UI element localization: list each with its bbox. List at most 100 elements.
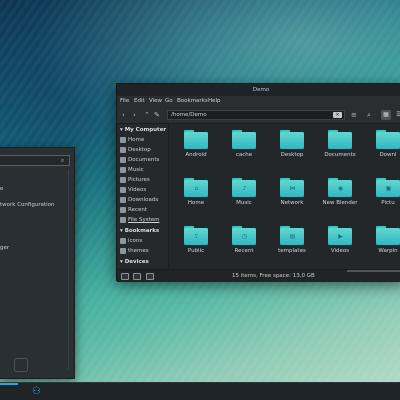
sidebar-item-music[interactable]: Music: [120, 167, 144, 173]
sidebar-item-icons[interactable]: icons: [120, 238, 142, 244]
sidebar-item-home[interactable]: Home: [120, 137, 144, 143]
folder-icon: ▣: [376, 178, 400, 197]
blender-icon: ◉: [337, 185, 344, 192]
folder-body: [280, 132, 304, 149]
folder-label: Desktop: [280, 152, 304, 158]
location-text: /home/Demo: [171, 112, 207, 118]
sidebar-heading-bookmarks[interactable]: ▾ Bookmarks: [120, 228, 159, 234]
toggle-terminal-icon[interactable]: [146, 273, 154, 280]
home-icon: ⌂: [194, 185, 199, 192]
folder-item[interactable]: ▶ Videos: [318, 226, 362, 266]
folder-item[interactable]: ♪ Music: [222, 178, 266, 218]
video-icon: ▶: [338, 233, 343, 240]
toggle-location-icon[interactable]: ✎: [154, 111, 160, 120]
folder-item[interactable]: ⇪ Public: [174, 226, 218, 266]
folder-icon: [120, 238, 126, 244]
folder-item[interactable]: Desktop: [270, 130, 314, 170]
folder-body: [184, 132, 208, 149]
share-icon[interactable]: ⚇: [30, 385, 43, 398]
menu-file[interactable]: File: [120, 96, 129, 107]
folder-item[interactable]: Documents: [318, 130, 362, 170]
folder-label: Android: [185, 152, 207, 158]
location-input[interactable]: /home/Demo ×: [167, 110, 345, 120]
folder-icon: ⋈: [280, 178, 304, 197]
folder-item[interactable]: ◉ New Blender: [318, 178, 362, 218]
list-item[interactable]: ger: [0, 245, 9, 251]
sidebar-item-file-system[interactable]: File System: [120, 217, 159, 223]
up-arrow-icon[interactable]: ⌃: [144, 111, 150, 120]
folder-item[interactable]: Warpin: [366, 226, 400, 266]
folder-item[interactable]: cache: [222, 130, 266, 170]
folder-label: Recent: [234, 248, 254, 254]
sidebar-item-pictures[interactable]: Pictures: [120, 177, 150, 183]
list-item[interactable]: twork Configuration: [0, 202, 55, 208]
folder-label: Music: [236, 200, 252, 206]
folder-label: New Blender: [322, 200, 358, 206]
sidebar-item-desktop[interactable]: Desktop: [120, 147, 151, 153]
folder-body: [376, 228, 400, 245]
toggle-treeview-icon[interactable]: [133, 273, 141, 280]
folder-icon: ▤: [280, 226, 304, 245]
file-manager-window[interactable]: Demo File Edit View Go Bookmarks Help ‹ …: [116, 83, 400, 282]
sidebar-item-documents[interactable]: Documents: [120, 157, 159, 163]
status-text: 15 items, Free space: 13,0 GB: [232, 273, 315, 279]
folder-icon: ▶: [328, 226, 352, 245]
videos-icon: [120, 187, 126, 193]
toggle-sidebar-icon[interactable]: [121, 273, 129, 280]
sidebar-item-themes[interactable]: themes: [120, 248, 149, 254]
folder-icon: [280, 130, 304, 149]
search-icon: ⌕: [60, 157, 65, 164]
sidebar-item-recent[interactable]: Recent: [120, 207, 147, 213]
folder-icon: ◉: [328, 178, 352, 197]
folder-item[interactable]: ◷ Recent: [222, 226, 266, 266]
menu-edit[interactable]: Edit: [134, 96, 145, 107]
menu-go[interactable]: Go: [165, 96, 173, 107]
folder-item[interactable]: ▣ Pictu: [366, 178, 400, 218]
folder-label: Pictu: [381, 200, 395, 206]
menu-bar: File Edit View Go Bookmarks Help: [117, 96, 400, 107]
clear-location-icon[interactable]: ×: [333, 112, 342, 118]
folder-item[interactable]: Android: [174, 130, 218, 170]
folder-icon: [376, 226, 400, 245]
menu-icon[interactable]: ≡: [351, 111, 357, 120]
list-item[interactable]: e: [0, 186, 3, 192]
zoom-slider[interactable]: [347, 270, 400, 272]
menu-help[interactable]: Help: [208, 96, 221, 107]
folder-icon: ⇪: [184, 226, 208, 245]
menu-bookmarks[interactable]: Bookmarks: [177, 96, 208, 107]
sidebar-item-videos[interactable]: Videos: [120, 187, 146, 193]
list-view-button[interactable]: ☰: [394, 110, 400, 120]
drive-icon: [120, 217, 126, 223]
divider: [68, 170, 69, 370]
documents-icon: [120, 157, 126, 163]
sidebar-heading-devices[interactable]: ▾ Devices: [120, 259, 149, 265]
folder-item[interactable]: ⋈ Network: [270, 178, 314, 218]
sidebar-item-downloads[interactable]: Downloads: [120, 197, 158, 203]
back-arrow-icon[interactable]: ‹: [122, 111, 125, 120]
folder-label: Documents: [324, 152, 356, 158]
clock-icon: ◷: [241, 233, 248, 240]
folder-item[interactable]: ▤ templates: [270, 226, 314, 266]
pictures-icon: [120, 177, 126, 183]
folder-label: templates: [278, 248, 306, 254]
search-icon[interactable]: ⌕: [367, 111, 371, 120]
folder-item[interactable]: ⌂ Home: [174, 178, 218, 218]
search-input[interactable]: ⌕: [0, 155, 70, 166]
toolbar: ‹ › ⌃ ✎ /home/Demo × ≡ ⌕ ▦ ☰: [117, 107, 400, 124]
file-view[interactable]: Android cache Desktop Documents Downl ⌂ Home ♪ M…: [170, 124, 400, 269]
forward-arrow-icon[interactable]: ›: [133, 111, 136, 120]
folder-icon: ♪: [232, 178, 256, 197]
background-window[interactable]: ⌕ e twork Configuration ger: [0, 147, 75, 379]
music-icon: [120, 167, 126, 173]
folder-icon: [376, 130, 400, 149]
folder-icon: [184, 130, 208, 149]
folder-item[interactable]: Downl: [366, 130, 400, 170]
folder-icon: [328, 130, 352, 149]
icon-view-button[interactable]: ▦: [381, 110, 391, 120]
window-title: Demo: [117, 84, 400, 96]
folder-label: Warpin: [378, 248, 398, 254]
downloads-icon: [120, 197, 126, 203]
home-icon: [120, 137, 126, 143]
sidebar-heading-my-computer[interactable]: ▾ My Computer: [120, 127, 166, 133]
menu-view[interactable]: View: [149, 96, 162, 107]
